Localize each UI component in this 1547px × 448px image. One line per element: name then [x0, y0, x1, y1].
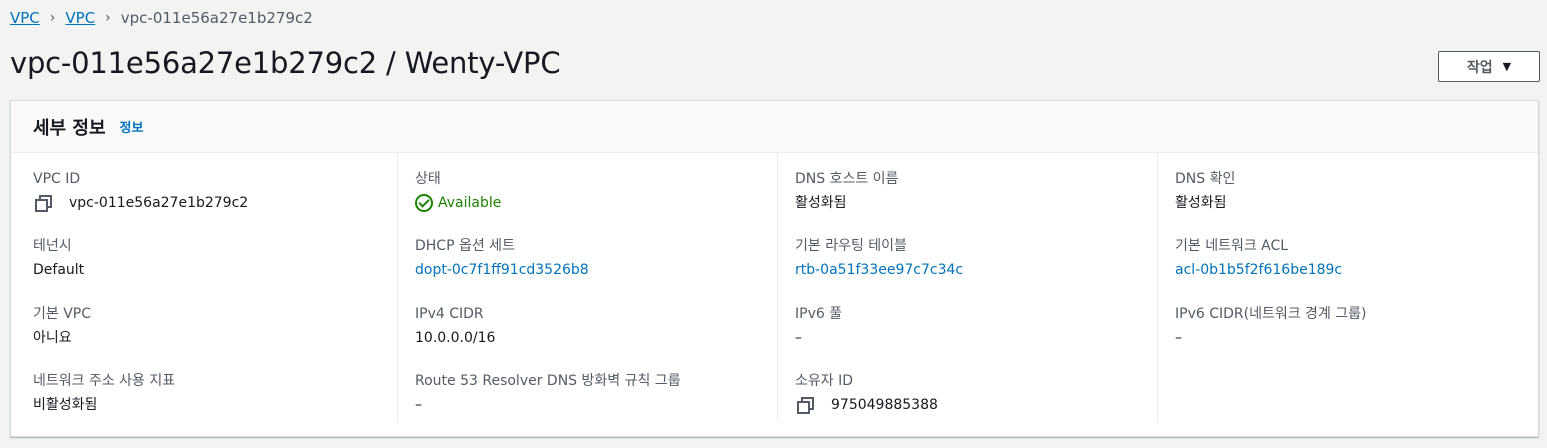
breadcrumb: VPC › VPC › vpc-011e56a27e1b279c2 [10, 9, 313, 27]
field-dhcp-options: DHCP 옵션 세트 dopt-0c7f1ff91cd3526b8 [415, 236, 755, 280]
field-value: 아니요 [33, 330, 72, 346]
field-label: 상태 [415, 171, 441, 187]
breadcrumb-current: vpc-011e56a27e1b279c2 [120, 9, 313, 27]
field-dns-hostnames: DNS 호스트 이름 활성화됨 [795, 169, 1135, 213]
chevron-right-icon: › [105, 10, 111, 26]
info-link[interactable]: 정보 [120, 117, 144, 136]
network-acl-link[interactable]: acl-0b1b5f2f616be189c [1175, 260, 1515, 280]
details-panel: 세부 정보 정보 VPC ID vpc-011e56a27e1b279c2 테넌… [10, 100, 1539, 437]
field-vpc-id: VPC ID vpc-011e56a27e1b279c2 [33, 169, 373, 213]
details-grid: VPC ID vpc-011e56a27e1b279c2 테넌시 Default… [11, 153, 1538, 437]
field-route53-resolver-firewall: Route 53 Resolver DNS 방화벽 규칙 그룹 – [415, 371, 755, 415]
field-value: Default [33, 262, 85, 278]
field-default-vpc: 기본 VPC 아니요 [33, 304, 373, 348]
field-label: DHCP 옵션 세트 [415, 238, 515, 254]
field-value: 10.0.0.0/16 [415, 330, 496, 346]
field-label: DNS 확인 [1175, 171, 1236, 187]
field-owner-id: 소유자 ID 975049885388 [795, 371, 1135, 415]
field-ipv6-pool: IPv6 풀 – [795, 304, 1135, 348]
field-ipv4-cidr: IPv4 CIDR 10.0.0.0/16 [415, 304, 755, 348]
field-label: 기본 네트워크 ACL [1175, 238, 1289, 254]
caret-down-icon: ▼ [1502, 60, 1512, 73]
field-network-address-usage-metrics: 네트워크 주소 사용 지표 비활성화됨 [33, 371, 373, 415]
breadcrumb-link-vpc-list[interactable]: VPC [65, 9, 95, 27]
field-value: – [795, 330, 802, 346]
field-value: 활성화됨 [795, 195, 847, 211]
field-value: – [1175, 330, 1182, 346]
field-value: 활성화됨 [1175, 195, 1227, 211]
details-panel-header: 세부 정보 정보 [11, 101, 1538, 153]
copy-icon[interactable] [35, 195, 52, 212]
field-dns-resolution: DNS 확인 활성화됨 [1175, 169, 1515, 213]
route-table-link[interactable]: rtb-0a51f33ee97c7c34c [795, 260, 1135, 280]
details-panel-title: 세부 정보 [33, 117, 106, 139]
check-circle-icon [415, 194, 433, 212]
field-label: IPv6 CIDR(네트워크 경계 그룹) [1175, 306, 1367, 322]
field-label: IPv4 CIDR [415, 306, 484, 322]
field-label: DNS 호스트 이름 [795, 171, 899, 187]
field-label: IPv6 풀 [795, 306, 843, 322]
field-ipv6-cidr-network-border-group: IPv6 CIDR(네트워크 경계 그룹) – [1175, 304, 1515, 348]
details-column-2: 상태 Available DHCP 옵션 세트 dopt-0c7f1ff91cd… [397, 153, 778, 421]
field-label: 테넌시 [33, 238, 72, 254]
breadcrumb-link-vpc-home[interactable]: VPC [10, 9, 40, 27]
field-value: Available [415, 193, 755, 213]
chevron-right-icon: › [49, 10, 56, 26]
field-label: 네트워크 주소 사용 지표 [33, 373, 176, 389]
field-value: 975049885388 [795, 395, 1135, 415]
field-main-route-table: 기본 라우팅 테이블 rtb-0a51f33ee97c7c34c [795, 236, 1135, 280]
actions-label: 작업 [1466, 59, 1493, 76]
copy-icon[interactable] [797, 397, 814, 414]
field-label: VPC ID [33, 171, 81, 187]
vpc-id-value: vpc-011e56a27e1b279c2 [69, 195, 249, 211]
actions-dropdown-button[interactable]: 작업 ▼ [1438, 51, 1540, 82]
field-value: vpc-011e56a27e1b279c2 [33, 193, 373, 213]
field-value: 비활성화됨 [33, 397, 98, 413]
dhcp-options-link[interactable]: dopt-0c7f1ff91cd3526b8 [415, 260, 755, 280]
state-value: Available [438, 195, 502, 211]
field-main-network-acl: 기본 네트워크 ACL acl-0b1b5f2f616be189c [1175, 236, 1515, 280]
field-label: Route 53 Resolver DNS 방화벽 규칙 그룹 [415, 373, 681, 389]
field-state: 상태 Available [415, 169, 755, 213]
field-label: 소유자 ID [795, 373, 853, 389]
field-label: 기본 라우팅 테이블 [795, 238, 907, 254]
field-label: 기본 VPC [33, 306, 92, 322]
details-column-3: DNS 호스트 이름 활성화됨 기본 라우팅 테이블 rtb-0a51f33ee… [777, 153, 1158, 421]
field-value: – [415, 397, 422, 413]
owner-id-value: 975049885388 [831, 397, 938, 413]
page-title: vpc-011e56a27e1b279c2 / Wenty-VPC [10, 46, 561, 80]
field-tenancy: 테넌시 Default [33, 236, 373, 280]
details-column-4: DNS 확인 활성화됨 기본 네트워크 ACL acl-0b1b5f2f616b… [1157, 153, 1538, 421]
details-column-1: VPC ID vpc-011e56a27e1b279c2 테넌시 Default… [11, 153, 391, 421]
